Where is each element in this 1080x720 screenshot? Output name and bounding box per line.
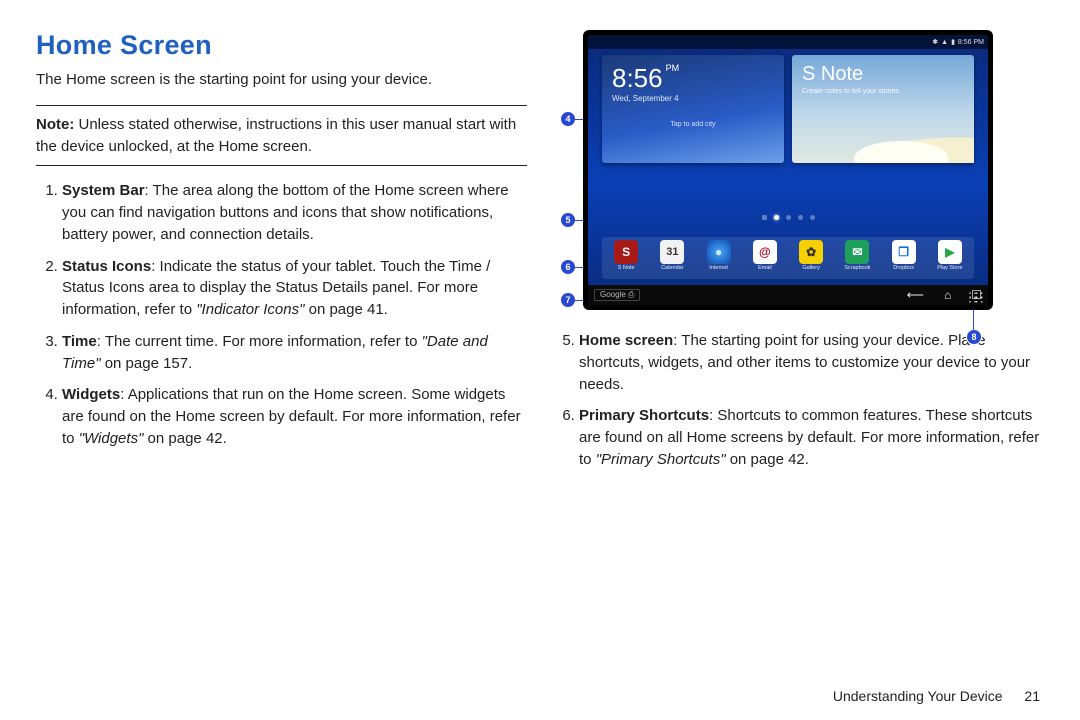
widget-row: 8:56PM Wed, September 4 Tap to add city … (602, 55, 974, 163)
callout-4: 4 (561, 112, 575, 126)
status-time: 8:56 PM (958, 39, 984, 46)
term: Widgets (62, 386, 120, 403)
term: Primary Shortcuts (579, 407, 709, 424)
footer-section: Understanding Your Device (833, 688, 1003, 704)
clock-widget: 8:56PM Wed, September 4 Tap to add city (602, 55, 784, 163)
dock-label: Play Store (929, 265, 971, 271)
page-dot (810, 215, 815, 220)
dock-label: Internet (698, 265, 740, 271)
term: System Bar (62, 182, 145, 199)
definition-list-right: Home screen: The starting point for usin… (553, 330, 1044, 471)
page-dot-home-icon (762, 215, 767, 220)
dock-item-playstore: ▶Play Store (929, 240, 971, 271)
note-text: Unless stated otherwise, instructions in… (36, 116, 516, 155)
note-block: Note: Unless stated otherwise, instructi… (36, 105, 527, 167)
play-store-icon: ▶ (938, 240, 962, 264)
clock-time: 8:56 (612, 63, 663, 93)
item-tail: on page 157. (101, 355, 193, 372)
list-item: Widgets: Applications that run on the Ho… (62, 384, 527, 449)
back-icon: ⟵ (907, 288, 924, 302)
globe-icon: ● (707, 240, 731, 264)
dock-item-scrapbook: ✉Scrapbook (836, 240, 878, 271)
list-item: Status Icons: Indicate the status of you… (62, 256, 527, 321)
mic-icon: ⎙ (628, 290, 634, 299)
dock-label: Calendar (651, 265, 693, 271)
callout-7: 7 (561, 293, 575, 307)
definition-list-left: System Bar: The area along the bottom of… (36, 180, 527, 449)
page-footer: Understanding Your Device 21 (833, 688, 1040, 704)
scrapbook-icon: ✉ (845, 240, 869, 264)
dock-item-calendar: 31Calendar (651, 240, 693, 271)
page-dot (774, 215, 779, 220)
right-column: 1 2 3 4 5 6 7 8 (553, 30, 1044, 481)
dock-item-dropbox: ❐Dropbox (883, 240, 925, 271)
email-icon: @ (753, 240, 777, 264)
dock-item-gallery: ✿Gallery (790, 240, 832, 271)
apps-grid-icon: ∷∷∷∷ (969, 294, 982, 302)
google-label: Google (600, 290, 626, 299)
status-bar: ✱ ▲ ▮ 8:56 PM (588, 35, 988, 49)
term: Home screen (579, 332, 673, 349)
snote-icon: S (614, 240, 638, 264)
bluetooth-icon: ✱ (932, 38, 938, 46)
section-heading: Home Screen (36, 30, 527, 61)
dock-item-snote: SS Note (605, 240, 647, 271)
item-tail: on page 42. (143, 430, 226, 447)
google-search-box: Google ⎙ (594, 289, 640, 301)
list-item: Primary Shortcuts: Shortcuts to common f… (579, 405, 1044, 470)
figure-wrapper: 1 2 3 4 5 6 7 8 (553, 30, 1044, 310)
term: Time (62, 333, 97, 350)
callout-8: 8 (967, 330, 981, 344)
clock-date: Wed, September 4 (602, 94, 784, 103)
note-label: Note: (36, 116, 74, 133)
dock-item-internet: ●Internet (698, 240, 740, 271)
page-dot (798, 215, 803, 220)
tablet-frame: ✱ ▲ ▮ 8:56 PM 8:56PM Wed, September 4 Ta… (583, 30, 993, 310)
callout-5: 5 (561, 213, 575, 227)
item-text: : The current time. For more information… (97, 333, 422, 350)
snote-artwork (792, 118, 974, 163)
cross-ref: "Widgets" (79, 430, 144, 447)
item-tail: on page 41. (304, 301, 387, 318)
page-dot (786, 215, 791, 220)
list-item: System Bar: The area along the bottom of… (62, 180, 527, 245)
gallery-icon: ✿ (799, 240, 823, 264)
clock-ampm: PM (666, 63, 680, 73)
left-column: Home Screen The Home screen is the start… (36, 30, 527, 481)
snote-widget: S Note Create notes to tell your stories (792, 55, 974, 163)
tablet-screen: ✱ ▲ ▮ 8:56 PM 8:56PM Wed, September 4 Ta… (588, 35, 988, 305)
dock-label: Gallery (790, 265, 832, 271)
primary-shortcuts-dock: SS Note 31Calendar ●Internet @Email ✿Gal… (602, 237, 974, 279)
calendar-icon: 31 (660, 240, 684, 264)
home-icon: ⌂ (944, 288, 951, 302)
intro-text: The Home screen is the starting point fo… (36, 69, 527, 91)
dock-item-email: @Email (744, 240, 786, 271)
cross-ref: "Primary Shortcuts" (596, 451, 726, 468)
dock-label: Dropbox (883, 265, 925, 271)
term: Status Icons (62, 258, 151, 275)
manual-page: Home Screen The Home screen is the start… (0, 0, 1080, 720)
list-item: Time: The current time. For more informa… (62, 331, 527, 375)
item-tail: on page 42. (726, 451, 809, 468)
callout-lead (973, 308, 974, 330)
cross-ref: "Indicator Icons" (196, 301, 304, 318)
battery-icon: ▮ (951, 38, 955, 46)
wifi-icon: ▲ (941, 39, 948, 46)
footer-page-number: 21 (1024, 688, 1040, 704)
dock-label: S Note (605, 265, 647, 271)
system-bar: Google ⎙ ⟵ ⌂ ☐ ∷∷∷∷ (588, 285, 988, 305)
snote-title: S Note (792, 55, 974, 86)
dropbox-icon: ❐ (892, 240, 916, 264)
page-indicator (588, 215, 988, 220)
dock-label: Email (744, 265, 786, 271)
dock-label: Scrapbook (836, 265, 878, 271)
snote-subtitle: Create notes to tell your stories (792, 86, 974, 97)
clock-tap-hint: Tap to add city (602, 121, 784, 128)
callout-6: 6 (561, 260, 575, 274)
